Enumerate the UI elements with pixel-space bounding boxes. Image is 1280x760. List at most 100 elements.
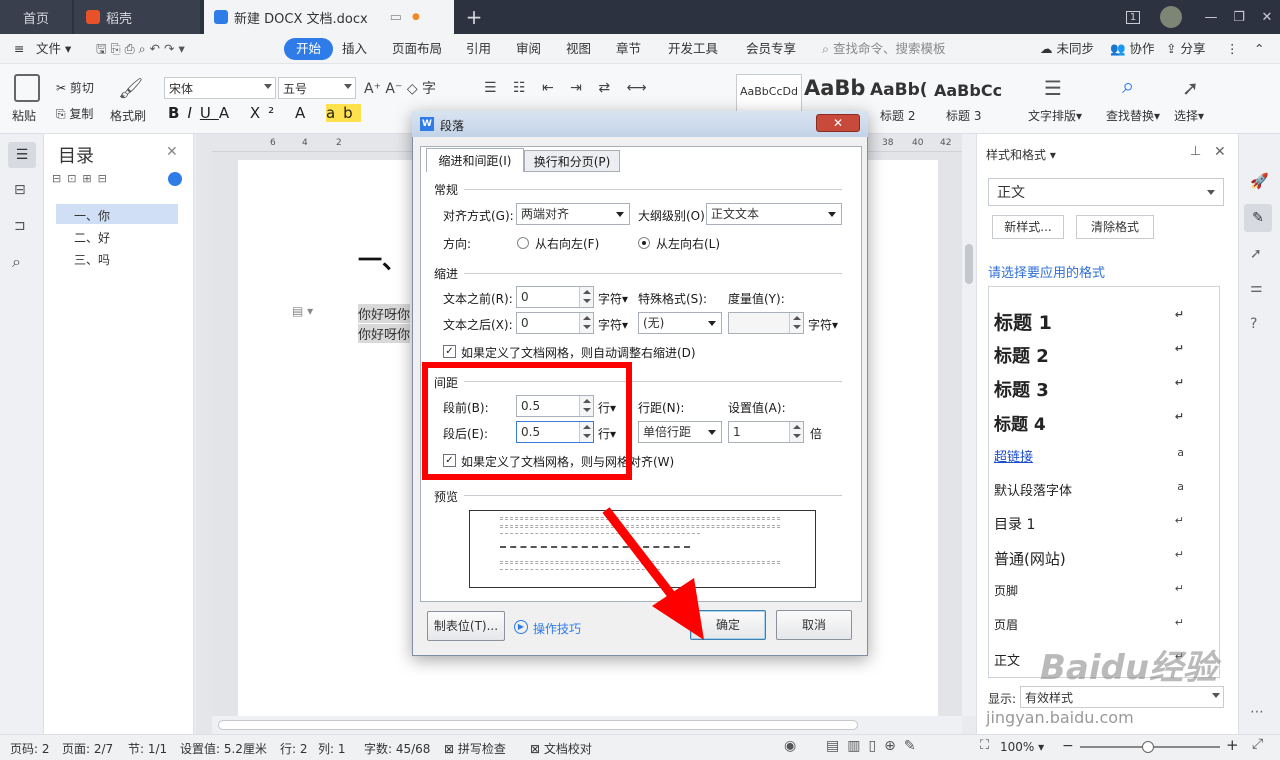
tab-home[interactable]: 首页	[0, 0, 72, 34]
ltr-label[interactable]: 从左向右(L)	[656, 235, 720, 252]
special-select[interactable]: (无)	[638, 312, 722, 334]
doc-heading[interactable]: 一、	[358, 240, 406, 275]
play-icon[interactable]: ▶	[514, 620, 528, 634]
style-list-item[interactable]: 标题 2 ↵	[994, 342, 1210, 368]
dialog-titlebar[interactable]	[412, 111, 868, 137]
font-tools[interactable]: A⁺ A⁻ ◇ 字	[364, 78, 436, 98]
menu-layout[interactable]: 页面布局	[392, 34, 442, 64]
new-tab-button[interactable]: +	[460, 0, 488, 34]
menu-start[interactable]: 开始	[284, 38, 334, 60]
copy-button[interactable]: ⎘ 复制	[56, 105, 93, 122]
zoom-level[interactable]: 100% ▾	[1000, 740, 1044, 754]
quick-access-toolbar[interactable]: 🖫 ⎘ ⎙ ⌕ ↶ ↷ ▾	[96, 34, 185, 64]
vertical-ruler[interactable]	[196, 134, 212, 734]
toc-toolbar[interactable]: ⊟⊡⊞⊟	[52, 172, 113, 185]
auto-indent-label[interactable]: 如果定义了文档网格，则自动调整右缩进(D)	[461, 344, 696, 361]
monitor-icon[interactable]: ▭	[390, 10, 402, 25]
search-icon[interactable]: ⌕	[12, 252, 21, 272]
h-scroll-thumb[interactable]	[218, 720, 858, 730]
vertical-scrollbar[interactable]	[962, 134, 976, 716]
status-section[interactable]: 节: 1/1	[128, 740, 167, 757]
command-search[interactable]: ⌕ 查找命令、搜索模板	[822, 34, 946, 64]
doc-line[interactable]: 你好呀你	[358, 304, 411, 323]
toc-close-icon[interactable]: ✕	[166, 144, 178, 160]
before-text-unit[interactable]: 字符▾	[598, 290, 628, 307]
toc-more-icon[interactable]	[168, 172, 182, 186]
collab-button[interactable]: 👥 协作	[1110, 34, 1155, 64]
style-list-item[interactable]: 普通(网站) ↵	[994, 548, 1210, 569]
rtl-label[interactable]: 从右向左(F)	[535, 235, 599, 252]
clear-format-button[interactable]: 清除格式	[1076, 215, 1154, 239]
current-style-select[interactable]: 正文	[988, 178, 1224, 206]
scroll-thumb[interactable]	[965, 244, 973, 284]
rtl-radio[interactable]	[517, 237, 529, 249]
align-select[interactable]: 两端对齐	[516, 203, 630, 225]
cursor-icon[interactable]: ➚	[1250, 246, 1262, 262]
style-heading3[interactable]: AaBbCc	[934, 81, 1002, 100]
edit-pen-icon[interactable]: ✎	[1244, 204, 1272, 232]
menu-section[interactable]: 章节	[616, 34, 641, 64]
spell-check-button[interactable]: ⊠ 拼写检查	[444, 740, 506, 757]
after-text-unit[interactable]: 字符▾	[598, 316, 628, 333]
sync-button[interactable]: ☁ 未同步	[1040, 34, 1094, 64]
measure-input[interactable]	[728, 312, 804, 334]
menu-review[interactable]: 审阅	[516, 34, 541, 64]
menu-insert[interactable]: 插入	[342, 34, 367, 64]
status-pages[interactable]: 页面: 2/7	[62, 740, 113, 757]
style-list-item[interactable]: 默认段落字体 a	[994, 480, 1210, 499]
text-layout-icon[interactable]: ☰	[1044, 76, 1062, 100]
style-list-item[interactable]: 标题 3 ↵	[994, 376, 1210, 402]
new-style-button[interactable]: 新样式...	[992, 215, 1064, 239]
tabs-button[interactable]: 制表位(T)...	[427, 611, 505, 641]
before-text-input[interactable]: 0	[516, 286, 594, 308]
tab-indent-spacing[interactable]: 缩进和间距(I)	[426, 148, 524, 172]
rocket-icon[interactable]: 🚀	[1250, 172, 1269, 190]
text-layout-button[interactable]: 文字排版▾	[1028, 107, 1082, 124]
select-button[interactable]: 选择▾	[1174, 107, 1204, 124]
style-list-item[interactable]: 标题 4 ↵	[994, 410, 1210, 435]
menu-file[interactable]: 文件 ▾	[36, 34, 71, 64]
style-list-item[interactable]: 标题 1 ↵	[994, 308, 1210, 335]
paste-button[interactable]: 粘贴	[12, 107, 36, 124]
zoom-in-icon[interactable]: +	[1226, 736, 1239, 754]
eye-protect-icon[interactable]: ◉	[784, 738, 796, 754]
zoom-out-icon[interactable]: −	[1062, 738, 1074, 754]
style-heading1[interactable]: AaBb	[804, 76, 865, 100]
ltr-radio[interactable]	[638, 237, 650, 249]
menu-reference[interactable]: 引用	[466, 34, 491, 64]
status-col[interactable]: 列: 1	[318, 740, 346, 757]
more-dots-icon[interactable]: ⋯	[1250, 704, 1264, 720]
format-painter-button[interactable]: 格式刷	[110, 107, 146, 124]
paragraph-tools[interactable]: ☰ ☷ ⇤ ⇥ ⇄ ⟷	[484, 80, 653, 96]
fit-page-icon[interactable]: ⛶	[980, 738, 989, 753]
menu-dev[interactable]: 开发工具	[668, 34, 718, 64]
tab-line-page-breaks[interactable]: 换行和分页(P)	[524, 150, 620, 172]
hamburger-icon[interactable]: ≡	[14, 34, 24, 64]
font-size-select[interactable]: 五号	[278, 77, 356, 99]
tab-document[interactable]: 新建 DOCX 文档.docx ▭ ●	[204, 0, 454, 34]
paragraph-handle-icon[interactable]: ▤ ▾	[292, 304, 313, 318]
measure-unit[interactable]: 字符▾	[808, 316, 838, 333]
after-text-input[interactable]: 0	[516, 312, 594, 334]
status-page[interactable]: 页码: 2	[10, 740, 50, 757]
collapse-ribbon-icon[interactable]: ⌃	[1254, 34, 1264, 64]
cancel-button[interactable]: 取消	[776, 610, 852, 640]
status-words[interactable]: 字数: 45/68	[364, 740, 430, 757]
zoom-slider-thumb[interactable]	[1142, 741, 1154, 753]
horizontal-scrollbar[interactable]	[212, 716, 962, 734]
style-list-item[interactable]: 页脚 ↵	[994, 582, 1210, 599]
avatar[interactable]	[1154, 0, 1188, 34]
pin-icon[interactable]: ⊥	[1190, 144, 1201, 159]
window-badge[interactable]: 1	[1116, 0, 1150, 34]
dialog-close-button[interactable]: ✕	[816, 114, 860, 132]
style-list-item[interactable]: 页眉 ↵	[994, 616, 1210, 633]
select-cursor-icon[interactable]: ➚	[1182, 76, 1199, 100]
style-list-item[interactable]: 超链接 a	[994, 446, 1210, 465]
close-icon[interactable]: ✕	[1250, 0, 1280, 34]
cut-button[interactable]: ✂ 剪切	[56, 79, 94, 96]
toc-panel-icon[interactable]: ☰	[8, 142, 36, 168]
style-heading2[interactable]: AaBb(	[870, 80, 928, 100]
toc-item[interactable]: 三、吗	[74, 251, 110, 268]
line-spacing-select[interactable]: 单倍行距	[638, 421, 722, 443]
fullscreen-icon[interactable]: ⤢	[1252, 736, 1263, 752]
